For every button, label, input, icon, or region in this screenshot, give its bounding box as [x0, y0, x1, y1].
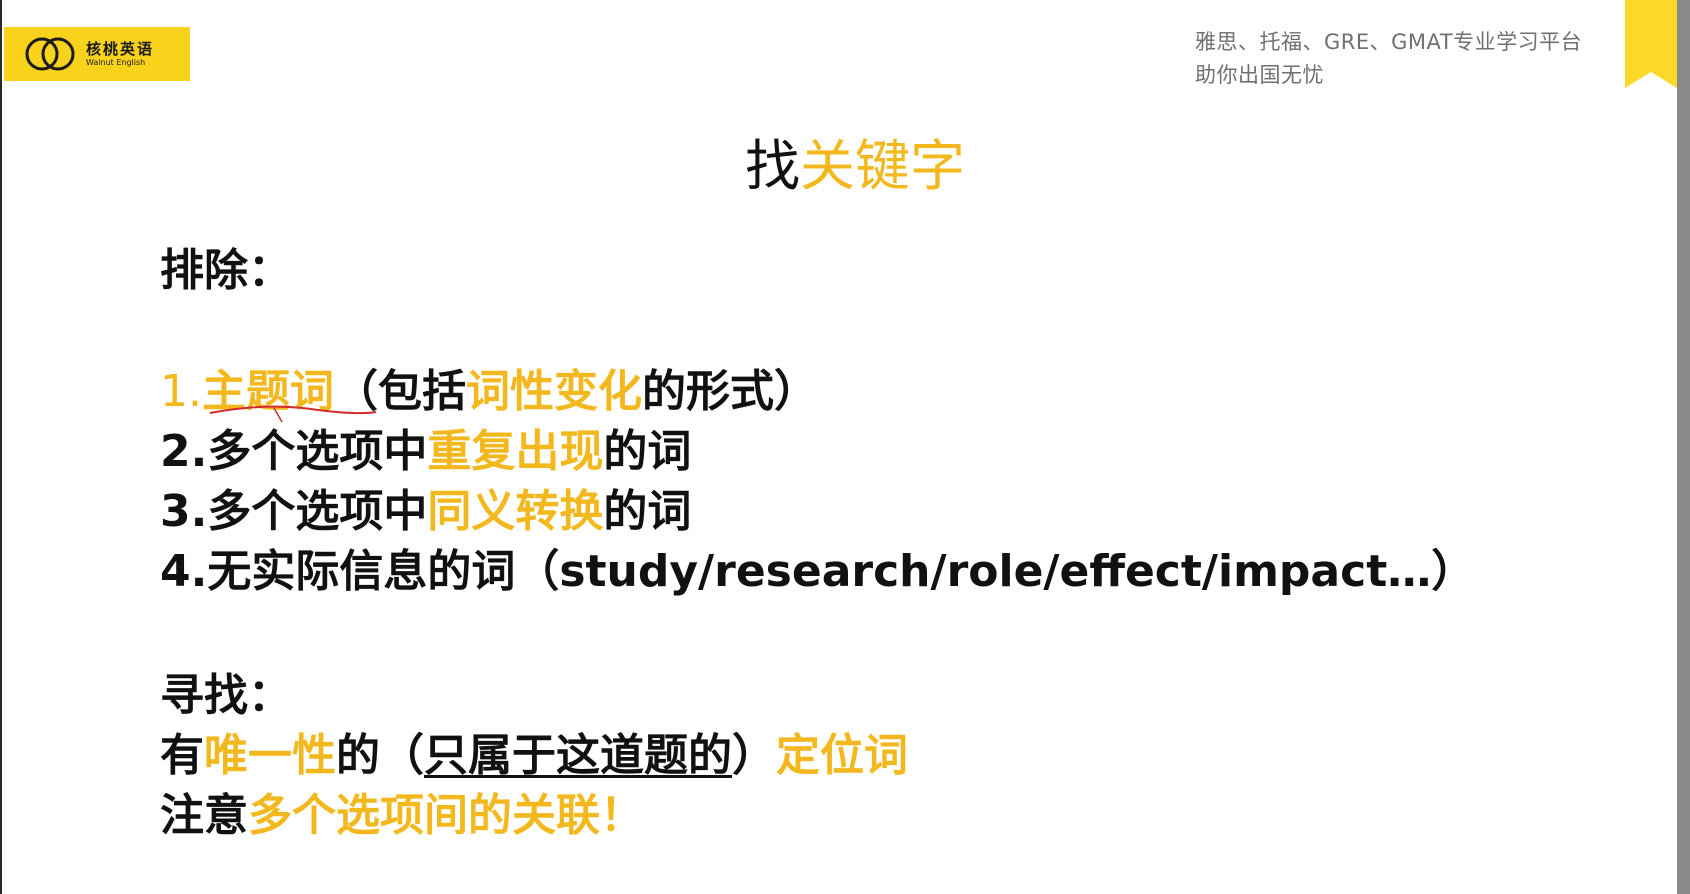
exclude-item-2: 2.多个选项中重复出现的词 [160, 424, 691, 480]
find-1-text-c: ） [732, 730, 776, 781]
tagline-line-1: 雅思、托福、GRE、GMAT专业学习平台 [1195, 30, 1583, 54]
item-2-highlight: 重复出现 [427, 426, 604, 477]
tagline-line-2: 助你出国无忧 [1195, 63, 1324, 87]
find-2-highlight: 多个选项间的关联！ [248, 790, 644, 841]
title-part-plain: 找 [744, 134, 800, 198]
item-2-text-b: 的词 [603, 426, 692, 477]
find-line-1: 有唯一性的（只属于这道题的）定位词 [160, 728, 908, 784]
find-1-underlined-text: 只属于这道题的 [424, 730, 732, 781]
item-3-highlight: 同义转换 [427, 486, 604, 537]
logo-chinese-name: 核桃英语 [86, 39, 155, 58]
platform-tagline: 雅思、托福、GRE、GMAT专业学习平台 助你出国无忧 [1195, 26, 1582, 92]
exclude-item-4: 4.无实际信息的词（study/research/role/effect/imp… [160, 544, 1475, 600]
exclude-heading: 排除： [160, 245, 292, 296]
title-part-highlight: 关键字 [800, 134, 966, 198]
find-1-text-b: 的（ [336, 730, 424, 781]
item-1-text-b: 的形式） [641, 366, 818, 417]
find-2-text-a: 注意 [160, 790, 248, 841]
item-1-pos-change: 词性变化 [465, 366, 642, 417]
find-heading: 寻找： [160, 670, 292, 721]
exclude-item-3: 3.多个选项中同义转换的词 [160, 484, 691, 540]
item-2-text-a: 2.多个选项中 [160, 426, 428, 477]
slide-title: 找关键字 [0, 133, 1690, 199]
walnut-logo-icon [25, 37, 75, 71]
find-1-locator-word: 定位词 [776, 730, 908, 781]
find-1-uniqueness: 唯一性 [204, 730, 336, 781]
item-3-text-a: 3.多个选项中 [160, 486, 428, 537]
walnut-english-logo: 核桃英语 Walnut English [4, 27, 190, 81]
logo-english-name: Walnut English [86, 57, 146, 67]
item-4-text: 4.无实际信息的词（study/research/role/effect/imp… [160, 546, 1476, 597]
find-1-text-a: 有 [160, 730, 204, 781]
item-1-number: 1. [160, 366, 202, 417]
bookmark-ribbon-icon [1625, 0, 1677, 88]
item-3-text-b: 的词 [603, 486, 692, 537]
find-line-2: 注意多个选项间的关联！ [160, 788, 644, 844]
